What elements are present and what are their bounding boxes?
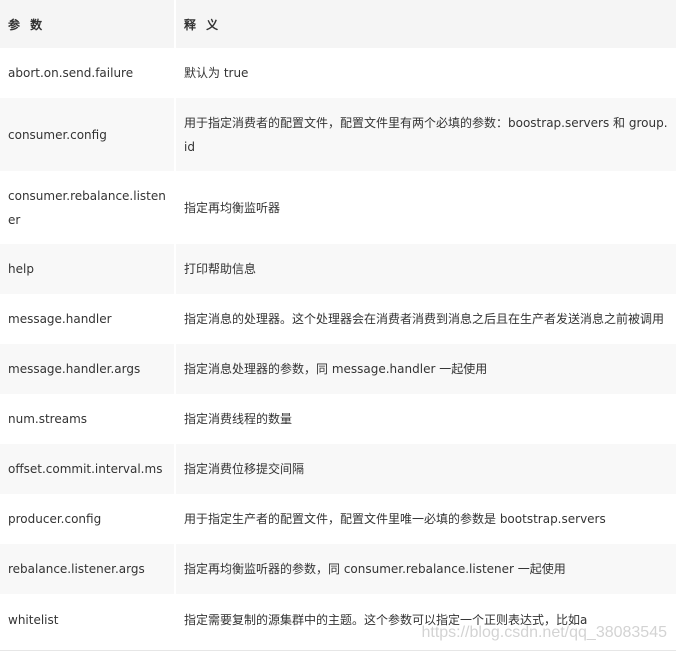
table-row: message.handler.args 指定消息处理器的参数，同 messag… xyxy=(0,344,676,394)
param-name-cell: message.handler.args xyxy=(0,344,176,394)
param-name-cell: consumer.rebalance.listener xyxy=(0,171,176,244)
param-name-cell: message.handler xyxy=(0,294,176,344)
table-row: producer.config 用于指定生产者的配置文件，配置文件里唯一必填的参… xyxy=(0,494,676,544)
param-name-cell: producer.config xyxy=(0,494,176,544)
table-row: rebalance.listener.args 指定再均衡监听器的参数，同 co… xyxy=(0,544,676,594)
param-description-cell: 打印帮助信息 xyxy=(176,244,676,294)
param-description-cell: 指定消费位移提交间隔 xyxy=(176,444,676,494)
param-description-cell: 指定消费线程的数量 xyxy=(184,412,293,426)
param-name-cell: num.streams xyxy=(0,394,176,444)
param-name-cell: help xyxy=(0,244,176,294)
param-description-cell: 用于指定消费者的配置文件，配置文件里有两个必填的参数：boostrap.serv… xyxy=(176,98,676,171)
csdn-watermark: https://blog.csdn.net/qq_38083545 xyxy=(421,624,667,641)
param-name-cell: consumer.config xyxy=(0,98,176,171)
table-row: offset.commit.interval.ms 指定消费位移提交间隔 xyxy=(0,444,676,494)
table-row: consumer.rebalance.listener 指定再均衡监听器 xyxy=(0,171,676,244)
param-description-cell: 指定消息处理器的参数，同 message.handler 一起使用 xyxy=(176,344,676,394)
table-row: help 打印帮助信息 xyxy=(0,244,676,294)
table-header-row: 参 数 释 义 xyxy=(0,0,676,48)
param-description-cell: 指定消息的处理器。这个处理器会在消费者消费到消息之后且在生产者发送消息之前被调用 xyxy=(184,312,665,326)
param-name-cell: offset.commit.interval.ms xyxy=(0,444,176,494)
column-header-param: 参 数 xyxy=(0,0,176,48)
table-bottom-divider xyxy=(0,650,676,651)
param-description-cell: 默认为 true xyxy=(184,66,249,80)
param-name-cell: whitelist xyxy=(0,594,176,646)
column-header-description: 释 义 xyxy=(176,0,676,48)
table-row: abort.on.send.failure 默认为 true xyxy=(0,48,676,98)
table-row: consumer.config 用于指定消费者的配置文件，配置文件里有两个必填的… xyxy=(0,98,676,171)
table-row: num.streams 指定消费线程的数量 xyxy=(0,394,676,444)
table-row: message.handler 指定消息的处理器。这个处理器会在消费者消费到消息… xyxy=(0,294,676,344)
parameters-table: 参 数 释 义 abort.on.send.failure 默认为 true c… xyxy=(0,0,676,646)
param-name-cell: rebalance.listener.args xyxy=(0,544,176,594)
param-description-cell: 指定再均衡监听器 xyxy=(184,200,281,215)
param-description-cell: 指定再均衡监听器的参数，同 consumer.rebalance.listene… xyxy=(176,544,676,594)
param-name-cell: abort.on.send.failure xyxy=(0,48,176,98)
param-description-cell: 用于指定生产者的配置文件，配置文件里唯一必填的参数是 bootstrap.ser… xyxy=(184,512,606,526)
